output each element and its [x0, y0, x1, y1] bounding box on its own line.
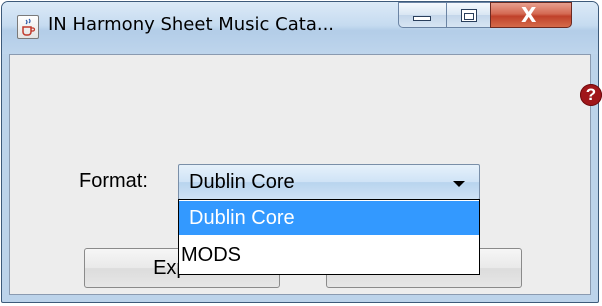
maximize-button[interactable]: [446, 2, 490, 28]
help-icon[interactable]: ?: [580, 84, 602, 106]
window-title: IN Harmony Sheet Music Cata...: [48, 14, 335, 35]
window-controls: X: [398, 2, 572, 32]
close-button[interactable]: X: [490, 2, 572, 28]
dropdown-option-mods[interactable]: MODS: [179, 238, 479, 272]
close-icon: X: [521, 3, 537, 27]
format-label: Format:: [79, 170, 148, 192]
minimize-button[interactable]: [398, 2, 446, 28]
title-bar[interactable]: IN Harmony Sheet Music Cata... X: [2, 2, 598, 54]
java-cup-icon[interactable]: [17, 15, 39, 39]
maximize-icon: [461, 9, 477, 22]
format-select[interactable]: Dublin Core: [178, 164, 480, 200]
dropdown-option-dublin-core[interactable]: Dublin Core: [179, 201, 479, 235]
chevron-down-icon[interactable]: [453, 181, 465, 187]
format-select-value: Dublin Core: [189, 171, 295, 193]
format-dropdown-list: Dublin Core MODS: [178, 199, 480, 275]
minimize-icon: [413, 16, 431, 21]
